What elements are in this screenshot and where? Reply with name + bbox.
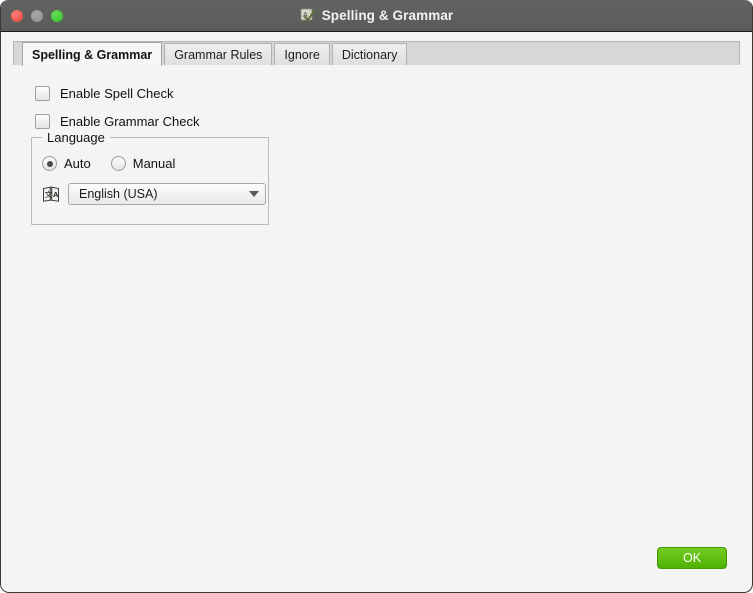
tab-label: Dictionary	[341, 48, 398, 62]
window-titlebar: A Spelling & Grammar	[1, 0, 752, 32]
tab-label: Spelling & Grammar	[32, 47, 153, 62]
spellcheck-icon: A	[300, 8, 315, 23]
language-mode-radio-group: Auto Manual	[42, 156, 195, 171]
tab-dictionary[interactable]: Dictionary	[331, 43, 408, 66]
svg-text:A: A	[53, 190, 59, 199]
language-manual-radio[interactable]	[110, 156, 126, 171]
language-combobox[interactable]: English (USA)	[68, 183, 266, 205]
svg-text:文: 文	[45, 189, 53, 199]
tab-label: Grammar Rules	[174, 48, 263, 62]
enable-spell-check-row[interactable]: Enable Spell Check	[35, 82, 740, 104]
enable-spell-check-checkbox[interactable]	[35, 85, 50, 101]
language-combobox-value: English (USA)	[79, 187, 158, 201]
ok-button-label: OK	[682, 551, 702, 565]
window-title-group: A Spelling & Grammar	[300, 8, 454, 23]
tab-bar: Spelling & Grammar Grammar Rules Ignore …	[13, 41, 740, 66]
svg-text:A: A	[303, 12, 308, 19]
language-auto-radio[interactable]	[42, 156, 57, 171]
enable-grammar-check-label: Enable Grammar Check	[60, 113, 200, 129]
tab-ignore[interactable]: Ignore	[274, 43, 330, 66]
enable-spell-check-label: Enable Spell Check	[60, 85, 174, 101]
tab-label: Ignore	[284, 48, 320, 62]
tab-spelling-grammar[interactable]: Spelling & Grammar	[22, 42, 163, 66]
language-group-box: Language Auto Manual 文 A English (USA)	[31, 130, 269, 225]
ok-button[interactable]: OK	[657, 547, 727, 569]
translate-book-icon: 文 A	[42, 185, 60, 203]
spelling-grammar-panel: Enable Spell Check Enable Grammar Check …	[13, 65, 740, 580]
window-title: Spelling & Grammar	[321, 8, 454, 23]
language-auto-label: Auto	[64, 156, 91, 171]
tab-grammar-rules[interactable]: Grammar Rules	[164, 43, 273, 66]
minimize-window-button[interactable]	[31, 9, 43, 22]
language-select-row: 文 A English (USA)	[42, 183, 266, 205]
close-window-button[interactable]	[11, 9, 23, 22]
maximize-window-button[interactable]	[51, 9, 63, 22]
language-group-title: Language	[42, 130, 110, 145]
spelling-grammar-window: A Spelling & Grammar Spelling & Grammar …	[0, 0, 753, 593]
enable-grammar-check-row[interactable]: Enable Grammar Check	[35, 110, 740, 132]
enable-grammar-check-checkbox[interactable]	[35, 113, 50, 129]
language-manual-label: Manual	[132, 156, 176, 171]
window-controls	[11, 0, 63, 31]
chevron-down-icon[interactable]	[249, 191, 259, 197]
